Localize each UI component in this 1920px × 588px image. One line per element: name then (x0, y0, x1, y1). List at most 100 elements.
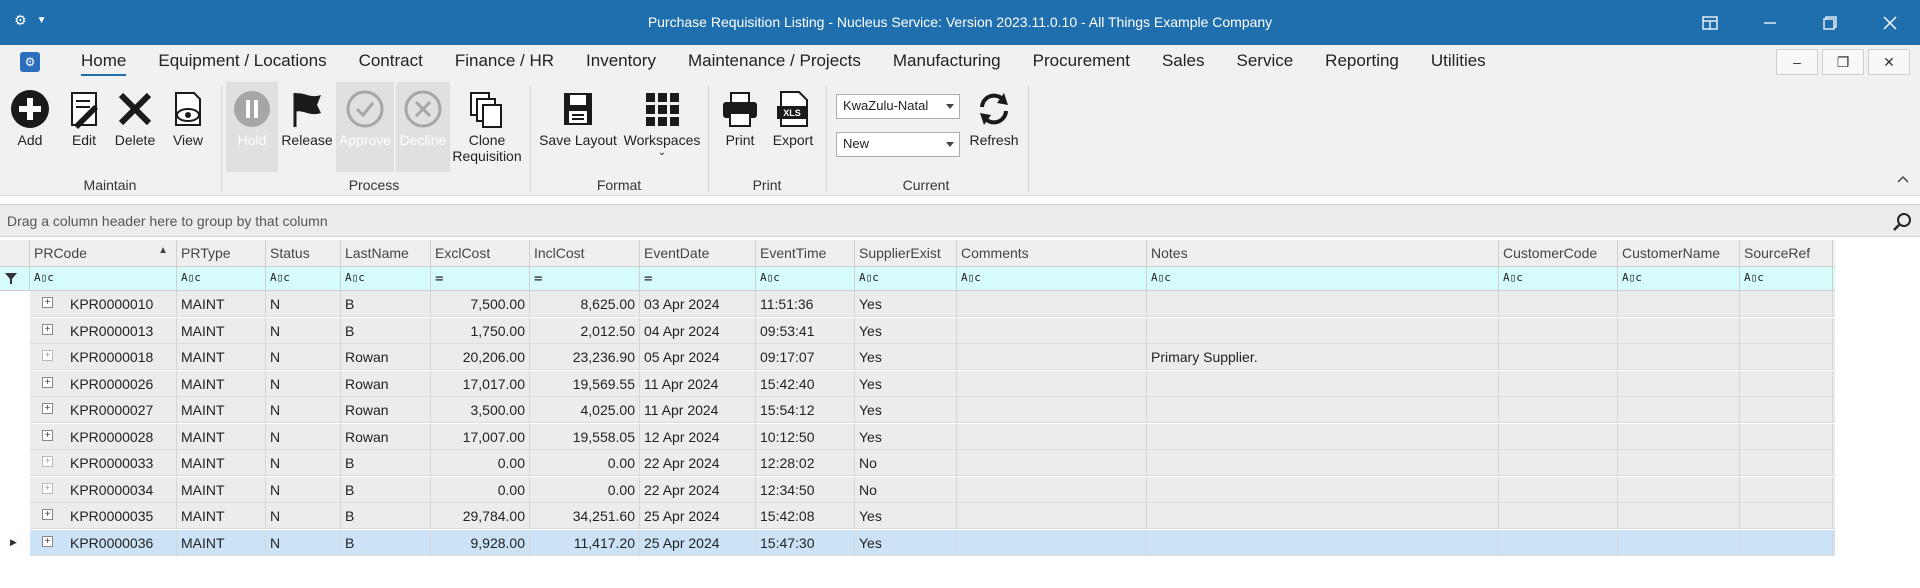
cell-prcode[interactable]: + KPR0000033 (30, 450, 177, 476)
cell-exclcost[interactable]: 3,500.00 (431, 397, 530, 423)
cell-lastname[interactable]: Rowan (341, 397, 431, 423)
export-button[interactable]: XLS Export (768, 82, 818, 172)
cell-customername[interactable] (1618, 317, 1740, 344)
workspaces-button[interactable]: Workspaces ⌄ (624, 82, 700, 172)
cell-sourceref[interactable] (1740, 397, 1833, 423)
clone-requisition-button[interactable]: Clone Requisition (452, 82, 522, 172)
cell-status[interactable]: N (266, 291, 341, 317)
menu-sales[interactable]: Sales (1146, 45, 1221, 78)
app-icon[interactable]: ⚙ (20, 52, 40, 72)
cell-inclcost[interactable]: 0.00 (530, 476, 640, 503)
cell-prcode[interactable]: + KPR0000028 (30, 423, 177, 450)
expand-row-icon[interactable]: + (42, 403, 53, 414)
cell-prtype[interactable]: MAINT (177, 423, 266, 450)
cell-supplierexist[interactable]: Yes (855, 529, 957, 556)
menu-inventory[interactable]: Inventory (570, 45, 672, 78)
restore-button[interactable] (1800, 0, 1860, 45)
cell-eventdate[interactable]: 25 Apr 2024 (640, 503, 756, 529)
expand-row-icon[interactable]: + (42, 297, 53, 308)
column-header-customercode[interactable]: CustomerCode (1499, 240, 1618, 267)
cell-inclcost[interactable]: 0.00 (530, 450, 640, 476)
minimize-button[interactable] (1740, 0, 1800, 45)
cell-inclcost[interactable]: 2,012.50 (530, 317, 640, 344)
cell-sourceref[interactable] (1740, 476, 1833, 503)
close-button[interactable] (1860, 0, 1920, 45)
cell-prcode[interactable]: + KPR0000027 (30, 397, 177, 423)
delete-button[interactable]: Delete (112, 82, 158, 172)
filter-customercode[interactable]: A▯c (1499, 267, 1618, 291)
menu-finance-hr[interactable]: Finance / HR (439, 45, 570, 78)
cell-lastname[interactable]: Rowan (341, 344, 431, 370)
cell-eventtime[interactable]: 15:42:40 (756, 370, 855, 397)
cell-customercode[interactable] (1499, 450, 1618, 476)
filter-customername[interactable]: A▯c (1618, 267, 1740, 291)
filter-prtype[interactable]: A▯c (177, 267, 266, 291)
filter-notes[interactable]: A▯c (1147, 267, 1499, 291)
table-row[interactable]: + KPR0000010 MAINT N B 7,500.00 8,625.00 03 Apr… (0, 291, 1835, 317)
group-by-panel[interactable]: Drag a column header here to group by th… (0, 204, 1920, 237)
cell-supplierexist[interactable]: Yes (855, 397, 957, 423)
cell-prtype[interactable]: MAINT (177, 503, 266, 529)
cell-comments[interactable] (957, 344, 1147, 370)
row-indicator[interactable] (0, 503, 30, 529)
cell-lastname[interactable]: B (341, 317, 431, 344)
cell-inclcost[interactable]: 23,236.90 (530, 344, 640, 370)
cell-comments[interactable] (957, 476, 1147, 503)
edit-button[interactable]: Edit (62, 82, 106, 172)
filter-funnel-icon[interactable] (0, 267, 30, 291)
cell-customercode[interactable] (1499, 397, 1618, 423)
cell-notes[interactable] (1147, 397, 1499, 423)
cell-prtype[interactable]: MAINT (177, 291, 266, 317)
column-header-lastname[interactable]: LastName (341, 240, 431, 267)
menu-service[interactable]: Service (1220, 45, 1309, 78)
cell-status[interactable]: N (266, 450, 341, 476)
filter-exclcost[interactable]: = (431, 267, 530, 291)
cell-comments[interactable] (957, 450, 1147, 476)
cell-customername[interactable] (1618, 291, 1740, 317)
row-indicator[interactable] (0, 291, 30, 317)
cell-sourceref[interactable] (1740, 423, 1833, 450)
cell-status[interactable]: N (266, 503, 341, 529)
cell-eventdate[interactable]: 25 Apr 2024 (640, 529, 756, 556)
cell-notes[interactable] (1147, 423, 1499, 450)
cell-lastname[interactable]: Rowan (341, 423, 431, 450)
expand-row-icon[interactable]: + (42, 482, 53, 494)
cell-customercode[interactable] (1499, 370, 1618, 397)
column-header-eventdate[interactable]: EventDate (640, 240, 756, 267)
expand-row-icon[interactable]: + (42, 376, 53, 388)
cell-exclcost[interactable]: 0.00 (431, 476, 530, 503)
column-header-prcode[interactable]: PRCode ▲ (30, 240, 177, 267)
cell-customercode[interactable] (1499, 476, 1618, 503)
add-button[interactable]: Add (8, 82, 52, 172)
print-button[interactable]: Print (716, 82, 764, 172)
cell-eventdate[interactable]: 05 Apr 2024 (640, 344, 756, 370)
cell-customername[interactable] (1618, 503, 1740, 529)
table-row[interactable]: + KPR0000013 MAINT N B 1,750.00 2,012.50 04 Apr… (0, 317, 1835, 344)
table-row[interactable]: + KPR0000028 MAINT N Rowan 17,007.00 19,558.05… (0, 423, 1835, 450)
menu-home[interactable]: Home (65, 45, 142, 78)
column-header-status[interactable]: Status (266, 240, 341, 267)
cell-customercode[interactable] (1499, 423, 1618, 450)
row-indicator[interactable] (0, 423, 30, 450)
cell-inclcost[interactable]: 11,417.20 (530, 529, 640, 556)
mdi-restore-button[interactable]: ❐ (1822, 49, 1864, 75)
cell-prtype[interactable]: MAINT (177, 397, 266, 423)
column-header-prtype[interactable]: PRType (177, 240, 266, 267)
column-header-notes[interactable]: Notes (1147, 240, 1499, 267)
table-row[interactable]: ▶ + KPR0000036 MAINT N B 9,928.00 11,417.20 25 A… (0, 529, 1835, 556)
column-header-comments[interactable]: Comments (957, 240, 1147, 267)
column-header-customername[interactable]: CustomerName (1618, 240, 1740, 267)
row-indicator[interactable]: ▶ (0, 529, 30, 556)
cell-notes[interactable] (1147, 370, 1499, 397)
cell-eventtime[interactable]: 09:17:07 (756, 344, 855, 370)
cell-eventdate[interactable]: 22 Apr 2024 (640, 450, 756, 476)
cell-comments[interactable] (957, 503, 1147, 529)
cell-status[interactable]: N (266, 344, 341, 370)
menu-maintenance-projects[interactable]: Maintenance / Projects (672, 45, 877, 78)
menu-reporting[interactable]: Reporting (1309, 45, 1415, 78)
cell-prcode[interactable]: + KPR0000010 (30, 291, 177, 317)
cell-customercode[interactable] (1499, 529, 1618, 556)
cell-comments[interactable] (957, 317, 1147, 344)
refresh-button[interactable]: Refresh (966, 82, 1022, 172)
cell-comments[interactable] (957, 370, 1147, 397)
